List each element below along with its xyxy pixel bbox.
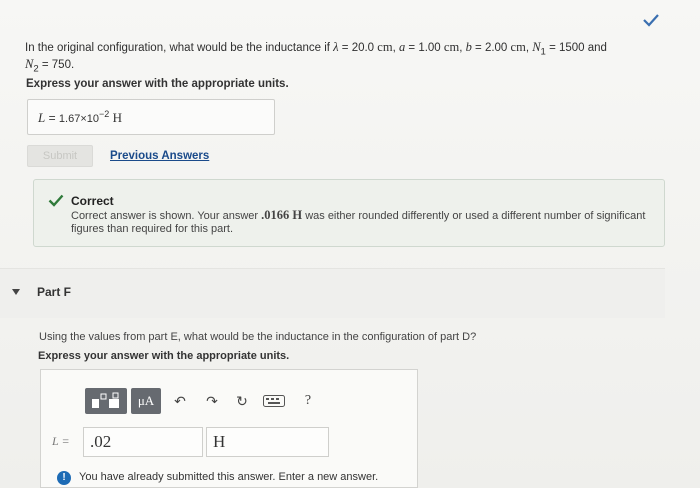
feedback-title: Correct [71, 194, 114, 208]
input-label: L = [52, 434, 70, 448]
feedback-message: Correct answer is shown. Your answer .01… [71, 208, 646, 236]
question-text: In the original configuration, what woul… [25, 40, 607, 75]
info-icon: ! [57, 471, 71, 485]
feedback-box: Correct Correct answer is shown. Your an… [33, 179, 665, 247]
caret-down-icon[interactable] [12, 289, 20, 295]
check-icon [48, 194, 64, 207]
reset-icon[interactable]: ↻ [233, 392, 251, 410]
units-button[interactable]: μA [131, 388, 161, 414]
value-input[interactable]: .02 [83, 427, 203, 457]
instruction-text: Express your answer with the appropriate… [26, 78, 289, 90]
redo-icon[interactable]: ↷ [203, 392, 221, 410]
part-header[interactable] [0, 268, 665, 318]
previous-answers-link[interactable]: Previous Answers [110, 150, 209, 162]
part-title[interactable]: Part F [37, 285, 71, 299]
help-button[interactable]: ? [299, 392, 317, 410]
check-icon [643, 14, 659, 27]
submit-button[interactable]: Submit [27, 145, 93, 167]
info-message: You have already submitted this answer. … [79, 471, 379, 483]
part-question: Using the values from part E, what would… [39, 331, 477, 343]
previous-answer-box: L = 1.67×10−2 H [27, 99, 275, 135]
templates-button[interactable] [85, 388, 127, 414]
unit-input[interactable]: H [206, 427, 329, 457]
keyboard-icon[interactable] [263, 392, 285, 410]
page: In the original configuration, what woul… [0, 0, 700, 488]
part-instruction: Express your answer with the appropriate… [38, 350, 290, 362]
undo-icon[interactable]: ↶ [171, 392, 189, 410]
